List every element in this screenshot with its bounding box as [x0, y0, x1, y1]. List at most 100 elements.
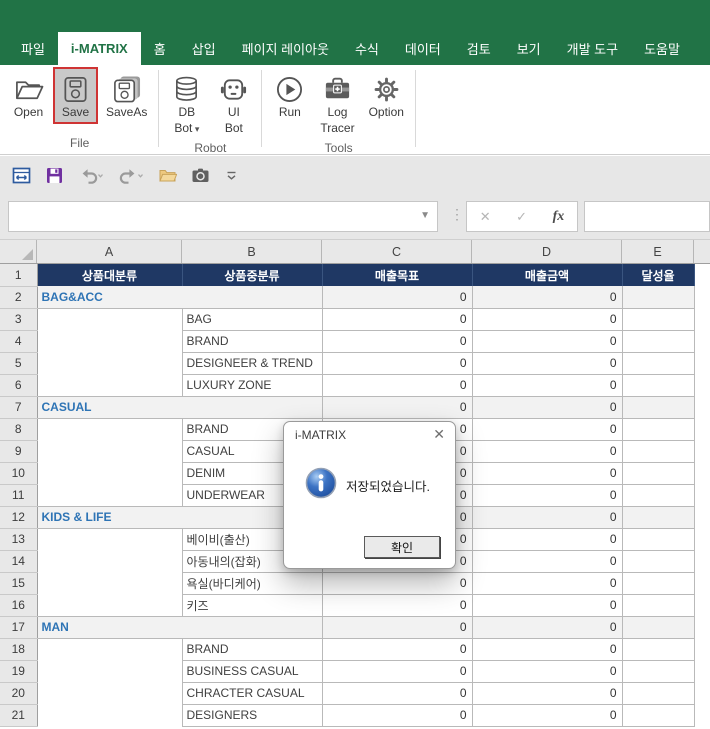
- cell-C2[interactable]: 0: [322, 286, 472, 308]
- cell-E5[interactable]: [622, 352, 694, 374]
- column-header-A[interactable]: A: [37, 240, 182, 263]
- name-box-input[interactable]: [13, 204, 413, 229]
- option-button[interactable]: Option: [363, 67, 410, 124]
- cell-D15[interactable]: 0: [472, 572, 622, 594]
- cell-E2[interactable]: [622, 286, 694, 308]
- cell-D17[interactable]: 0: [472, 616, 622, 638]
- cell-E7[interactable]: [622, 396, 694, 418]
- cell-E13[interactable]: [622, 528, 694, 550]
- cell-D16[interactable]: 0: [472, 594, 622, 616]
- row-header-6[interactable]: 6: [0, 374, 37, 396]
- cell-E17[interactable]: [622, 616, 694, 638]
- cell-A9[interactable]: [37, 440, 182, 462]
- cell-E20[interactable]: [622, 682, 694, 704]
- run-button[interactable]: Run: [267, 67, 312, 124]
- cell-D13[interactable]: 0: [472, 528, 622, 550]
- row-header-1[interactable]: 1: [0, 264, 37, 286]
- cell-A13[interactable]: [37, 528, 182, 550]
- cell-B21[interactable]: DESIGNERS: [182, 704, 322, 726]
- ribbon-tab[interactable]: 도움말: [631, 32, 693, 65]
- row-header-18[interactable]: 18: [0, 638, 37, 660]
- cell-B1[interactable]: 상품중분류: [182, 264, 322, 286]
- cell-C21[interactable]: 0: [322, 704, 472, 726]
- cell-D9[interactable]: 0: [472, 440, 622, 462]
- cell-D5[interactable]: 0: [472, 352, 622, 374]
- cell-E4[interactable]: [622, 330, 694, 352]
- cell-A8[interactable]: [37, 418, 182, 440]
- cell-E12[interactable]: [622, 506, 694, 528]
- ribbon-tab[interactable]: 홈: [141, 32, 179, 65]
- ribbon-tab[interactable]: 보기: [504, 32, 554, 65]
- cell-A1[interactable]: 상품대분류: [37, 264, 182, 286]
- cell-A14[interactable]: [37, 550, 182, 572]
- cell-C4[interactable]: 0: [322, 330, 472, 352]
- row-header-10[interactable]: 10: [0, 462, 37, 484]
- cell-A21[interactable]: [37, 704, 182, 726]
- row-header-20[interactable]: 20: [0, 682, 37, 704]
- row-header-2[interactable]: 2: [0, 286, 37, 308]
- cell-D19[interactable]: 0: [472, 660, 622, 682]
- cell-A6[interactable]: [37, 374, 182, 396]
- cell-B6[interactable]: LUXURY ZONE: [182, 374, 322, 396]
- redo-icon[interactable]: [118, 166, 144, 185]
- ribbon-tab[interactable]: 파일: [8, 32, 58, 65]
- cell-A3[interactable]: [37, 308, 182, 330]
- ribbon-tab[interactable]: 삽입: [179, 32, 229, 65]
- column-header-D[interactable]: D: [472, 240, 622, 263]
- ribbon-tab[interactable]: 개발 도구: [554, 32, 631, 65]
- log-tracer-button[interactable]: LogTracer: [314, 67, 360, 139]
- ribbon-tab[interactable]: 검토: [454, 32, 504, 65]
- row-header-13[interactable]: 13: [0, 528, 37, 550]
- cell-E9[interactable]: [622, 440, 694, 462]
- cell-B5[interactable]: DESIGNEER & TREND: [182, 352, 322, 374]
- cell-A5[interactable]: [37, 352, 182, 374]
- row-header-8[interactable]: 8: [0, 418, 37, 440]
- cell-D20[interactable]: 0: [472, 682, 622, 704]
- cell-D2[interactable]: 0: [472, 286, 622, 308]
- row-header-19[interactable]: 19: [0, 660, 37, 682]
- cell-E11[interactable]: [622, 484, 694, 506]
- ribbon-tab[interactable]: i-MATRIX: [58, 32, 141, 65]
- ribbon-tab[interactable]: 수식: [342, 32, 392, 65]
- cell-A18[interactable]: [37, 638, 182, 660]
- cell-D21[interactable]: 0: [472, 704, 622, 726]
- name-box[interactable]: ▼: [8, 201, 438, 232]
- cell-E18[interactable]: [622, 638, 694, 660]
- cell-B20[interactable]: CHRACTER CASUAL: [182, 682, 322, 704]
- cell-D14[interactable]: 0: [472, 550, 622, 572]
- cell-D8[interactable]: 0: [472, 418, 622, 440]
- cell-D4[interactable]: 0: [472, 330, 622, 352]
- row-header-16[interactable]: 16: [0, 594, 37, 616]
- ribbon-tab[interactable]: 데이터: [392, 32, 454, 65]
- camera-icon[interactable]: [191, 166, 210, 185]
- cell-E16[interactable]: [622, 594, 694, 616]
- cell-E6[interactable]: [622, 374, 694, 396]
- cell-D1[interactable]: 매출금액: [472, 264, 622, 286]
- cell-A2[interactable]: BAG&ACC: [37, 286, 322, 308]
- cell-B3[interactable]: BAG: [182, 308, 322, 330]
- ribbon-tab[interactable]: 페이지 레이아웃: [229, 32, 342, 65]
- cell-A11[interactable]: [37, 484, 182, 506]
- row-header-9[interactable]: 9: [0, 440, 37, 462]
- cell-A15[interactable]: [37, 572, 182, 594]
- name-box-dropdown-icon[interactable]: ▼: [420, 210, 430, 221]
- cell-B16[interactable]: 키즈: [182, 594, 322, 616]
- cell-C6[interactable]: 0: [322, 374, 472, 396]
- column-header-E[interactable]: E: [622, 240, 694, 263]
- db-bot-button[interactable]: DBBot ▾: [164, 67, 209, 139]
- row-header-5[interactable]: 5: [0, 352, 37, 374]
- undo-icon[interactable]: [78, 166, 104, 185]
- cell-C20[interactable]: 0: [322, 682, 472, 704]
- cell-C16[interactable]: 0: [322, 594, 472, 616]
- folder-icon[interactable]: [158, 166, 177, 185]
- row-header-14[interactable]: 14: [0, 550, 37, 572]
- ui-bot-button[interactable]: UIBot: [211, 67, 256, 139]
- cell-E14[interactable]: [622, 550, 694, 572]
- cell-D11[interactable]: 0: [472, 484, 622, 506]
- cell-A16[interactable]: [37, 594, 182, 616]
- qat-save-icon[interactable]: [45, 166, 64, 185]
- insert-function-icon[interactable]: fx: [553, 209, 565, 225]
- fit-width-icon[interactable]: [12, 166, 31, 185]
- cell-C18[interactable]: 0: [322, 638, 472, 660]
- cell-D7[interactable]: 0: [472, 396, 622, 418]
